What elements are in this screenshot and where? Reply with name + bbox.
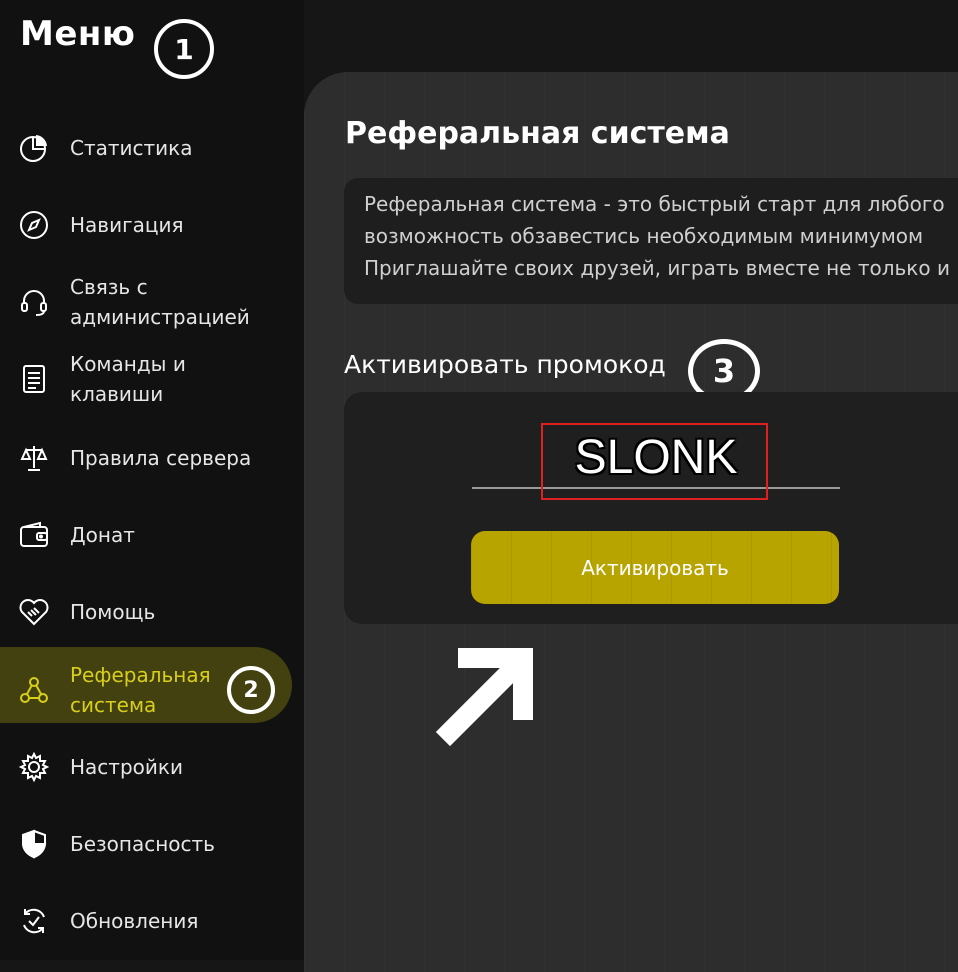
sidebar-item-donate[interactable]: Донат: [0, 505, 304, 565]
sidebar-item-label: Безопасность: [70, 832, 215, 856]
sidebar-item-updates[interactable]: Обновления: [0, 891, 304, 951]
sidebar-item-settings[interactable]: Настройки: [0, 737, 304, 797]
step-badge-2: 2: [227, 666, 275, 714]
refresh-check-icon: [18, 905, 50, 937]
description-line: возможность обзавестись необходимым мини…: [364, 224, 924, 248]
handshake-heart-icon: [18, 596, 50, 628]
gear-icon: [18, 751, 50, 783]
sidebar-item-label: Статистика: [70, 136, 193, 160]
sidebar-item-commands[interactable]: Команды и клавиши: [0, 349, 304, 409]
sidebar-item-label: Настройки: [70, 755, 183, 779]
sidebar-item-label: Навигация: [70, 213, 184, 237]
promo-section-label: Активировать промокод: [344, 350, 666, 379]
activate-button[interactable]: Активировать: [471, 531, 839, 604]
sidebar-item-label: Донат: [70, 523, 135, 547]
sidebar-item-label: Связь с администрацией: [70, 275, 250, 329]
step-badge-1: 1: [154, 19, 214, 79]
sidebar-item-security[interactable]: Безопасность: [0, 814, 304, 874]
sidebar: Меню 1 Статистика Навигация Связь с адми…: [0, 0, 304, 960]
description-line: Реферальная система - это быстрый старт …: [364, 192, 945, 216]
sidebar-item-label: Помощь: [70, 600, 156, 624]
sidebar-item-label: Правила сервера: [70, 446, 252, 470]
arrow-up-right-icon: [435, 648, 533, 747]
description-line: Приглашайте своих друзей, играть вместе …: [364, 256, 950, 280]
sidebar-item-label: Команды и клавиши: [70, 352, 186, 406]
referral-network-icon: [18, 674, 50, 706]
wallet-icon: [18, 519, 50, 551]
sidebar-item-contact-admin[interactable]: Связь с администрацией: [0, 272, 304, 332]
sidebar-item-statistics[interactable]: Статистика: [0, 118, 304, 178]
sidebar-item-label: Обновления: [70, 909, 199, 933]
description-box: Реферальная система - это быстрый старт …: [344, 178, 958, 304]
pie-chart-icon: [18, 132, 50, 164]
sidebar-item-server-rules[interactable]: Правила сервера: [0, 428, 304, 488]
page-title: Реферальная система: [345, 116, 730, 151]
sidebar-item-navigation[interactable]: Навигация: [0, 195, 304, 255]
sidebar-item-help[interactable]: Помощь: [0, 582, 304, 642]
document-icon: [18, 363, 50, 395]
headset-icon: [18, 286, 50, 318]
sidebar-item-label: Реферальная система: [70, 663, 211, 717]
shield-icon: [18, 828, 50, 860]
scales-icon: [18, 442, 50, 474]
compass-icon: [18, 209, 50, 241]
menu-title: Меню: [20, 14, 136, 54]
promo-code-input[interactable]: [472, 427, 840, 489]
